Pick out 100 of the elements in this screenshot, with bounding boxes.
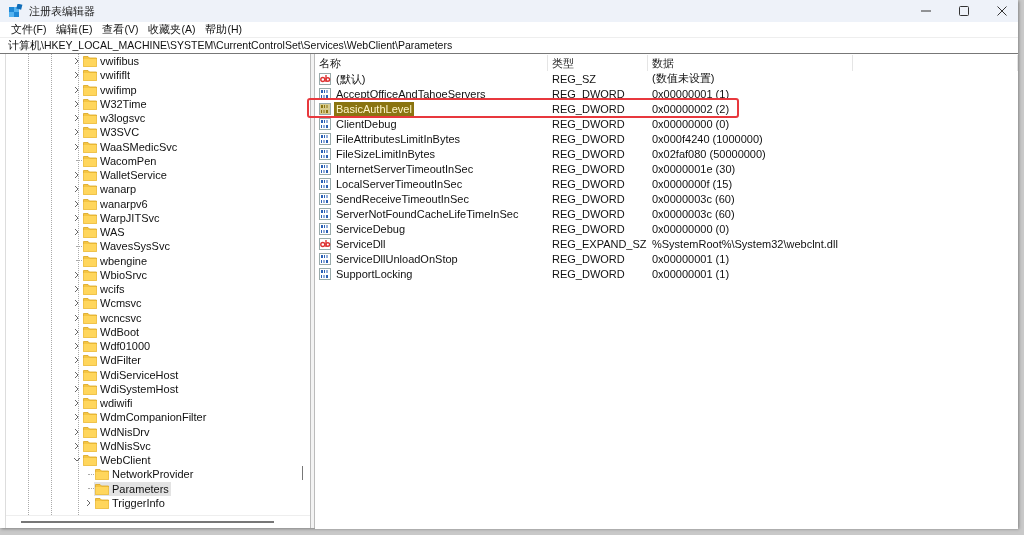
collapse-chevron-icon[interactable] [73, 457, 81, 464]
tree-item[interactable]: wanarp [82, 182, 139, 197]
folder-icon [83, 254, 97, 267]
column-header[interactable]: 数据 [648, 55, 853, 71]
folder-icon [83, 197, 97, 210]
value-data: 0x0000003c (60) [651, 192, 736, 205]
tree-item[interactable]: WdFilter [82, 353, 143, 368]
tree-item[interactable]: NetworkProvider [94, 467, 196, 482]
folder-icon [83, 297, 97, 310]
tree-item[interactable]: wcifs [82, 282, 127, 297]
tree-item[interactable]: WaaSMedicSvc [82, 139, 180, 154]
tree-item[interactable]: WacomPen [82, 153, 159, 168]
tree-item[interactable]: w3logsvc [82, 111, 148, 126]
tree-item[interactable]: WalletService [82, 168, 169, 183]
value-type: REG_DWORD [551, 162, 626, 175]
value-name[interactable]: BasicAuthLevel [334, 101, 414, 116]
value-name[interactable]: (默认) [334, 71, 368, 86]
tree-item[interactable]: Wcmsvc [82, 296, 144, 311]
maximize-icon [959, 6, 969, 16]
value-name[interactable]: ServiceDllUnloadOnStop [334, 251, 460, 266]
tree-item[interactable]: W32Time [82, 96, 149, 111]
menu-item[interactable]: 文件(F) [6, 22, 52, 37]
tree-item[interactable]: wbengine [82, 253, 150, 268]
binary-value-icon [319, 267, 331, 280]
tree-item[interactable]: WdNisSvc [82, 438, 153, 453]
menu-item[interactable]: 帮助(H) [200, 22, 247, 37]
menu-item[interactable]: 收藏夹(A) [143, 22, 201, 37]
value-name[interactable]: ServerNotFoundCacheLifeTimeInSec [334, 206, 521, 221]
menu-item[interactable]: 编辑(E) [51, 22, 98, 37]
tree-item[interactable]: wanarpv6 [82, 196, 150, 211]
value-name[interactable]: FileSizeLimitInBytes [334, 146, 438, 161]
tree-item[interactable]: WdiServiceHost [82, 367, 181, 382]
value-name[interactable]: LocalServerTimeoutInSec [334, 176, 465, 191]
tree-item[interactable]: WdBoot [82, 324, 142, 339]
folder-icon [83, 83, 97, 96]
tree-item[interactable]: vwifimp [82, 82, 139, 97]
tree-item[interactable]: WarpJITSvc [82, 210, 162, 225]
folder-icon [83, 283, 97, 296]
folder-icon [83, 368, 97, 381]
tree-item[interactable]: WebClient [82, 453, 153, 468]
value-type: REG_DWORD [551, 207, 626, 220]
tree-item[interactable]: WAS [82, 225, 127, 240]
binary-value-icon [319, 87, 331, 100]
tree-item[interactable]: WbioSrvc [82, 267, 150, 282]
tree-item[interactable]: WdiSystemHost [82, 381, 181, 396]
value-name[interactable]: ServiceDebug [334, 221, 408, 236]
folder-icon [83, 439, 97, 452]
value-type: REG_EXPAND_SZ [551, 237, 648, 250]
value-data: 0x00000000 (0) [651, 117, 731, 130]
folder-icon [83, 240, 97, 253]
tree-item[interactable]: wdiwifi [82, 396, 135, 411]
tree-item[interactable]: WdNisDrv [82, 424, 152, 439]
value-data: 0x00000001 (1) [651, 267, 731, 280]
menu-item[interactable]: 查看(V) [97, 22, 144, 37]
folder-icon [83, 211, 97, 224]
value-data: 0x000f4240 (1000000) [651, 132, 764, 145]
column-header[interactable]: 类型 [548, 55, 648, 71]
folder-icon [83, 425, 97, 438]
tree-item[interactable]: WdmCompanionFilter [82, 410, 209, 425]
value-data: 0x0000000f (15) [651, 177, 734, 190]
tree-item[interactable]: wcncsvc [82, 310, 144, 325]
value-name[interactable]: FileAttributesLimitInBytes [334, 131, 463, 146]
value-name[interactable]: AcceptOfficeAndTahoeServers [334, 86, 488, 101]
value-data: 0x00000000 (0) [651, 222, 731, 235]
tree-item[interactable]: TriggerInfo [94, 495, 167, 510]
scrollbar-thumb[interactable] [301, 466, 303, 480]
folder-icon [83, 340, 97, 353]
app-icon [9, 4, 23, 18]
tree-item[interactable]: vwififlt [82, 68, 132, 83]
folder-icon [83, 169, 97, 182]
binary-value-icon [319, 102, 331, 115]
value-name[interactable]: InternetServerTimeoutInSec [334, 161, 476, 176]
folder-icon [83, 325, 97, 338]
address-path[interactable]: 计算机\HKEY_LOCAL_MACHINE\SYSTEM\CurrentControlSet\Services\WebClient\Parameters [8, 38, 453, 53]
scrollbar-thumb[interactable] [21, 521, 274, 523]
expand-chevron-icon[interactable] [86, 498, 92, 507]
string-value-icon [319, 237, 331, 250]
folder-icon [83, 126, 97, 139]
value-type: REG_DWORD [551, 192, 626, 205]
value-name[interactable]: ServiceDll [334, 236, 388, 251]
value-data: 0x00000001 (1) [651, 252, 731, 265]
tree-item[interactable]: WavesSysSvc [82, 239, 172, 254]
tree-item[interactable]: W3SVC [82, 125, 142, 140]
value-name[interactable]: SupportLocking [334, 266, 415, 281]
value-name[interactable]: ClientDebug [334, 116, 399, 131]
tree-item[interactable]: Parameters [94, 481, 171, 496]
folder-icon [83, 411, 97, 424]
folder-icon [83, 354, 97, 367]
binary-value-icon [319, 162, 331, 175]
folder-icon [83, 311, 97, 324]
folder-icon [83, 154, 97, 167]
close-icon [997, 6, 1007, 16]
value-data: 0x0000001e (30) [651, 162, 737, 175]
value-name[interactable]: SendReceiveTimeoutInSec [334, 191, 471, 206]
string-value-icon [319, 72, 331, 85]
tree-item[interactable]: Wdf01000 [82, 339, 153, 354]
tree-item[interactable]: vwifibus [82, 54, 142, 69]
folder-icon [83, 382, 97, 395]
value-data: %SystemRoot%\System32\webclnt.dll [651, 237, 839, 250]
column-header[interactable]: 名称 [315, 55, 548, 71]
